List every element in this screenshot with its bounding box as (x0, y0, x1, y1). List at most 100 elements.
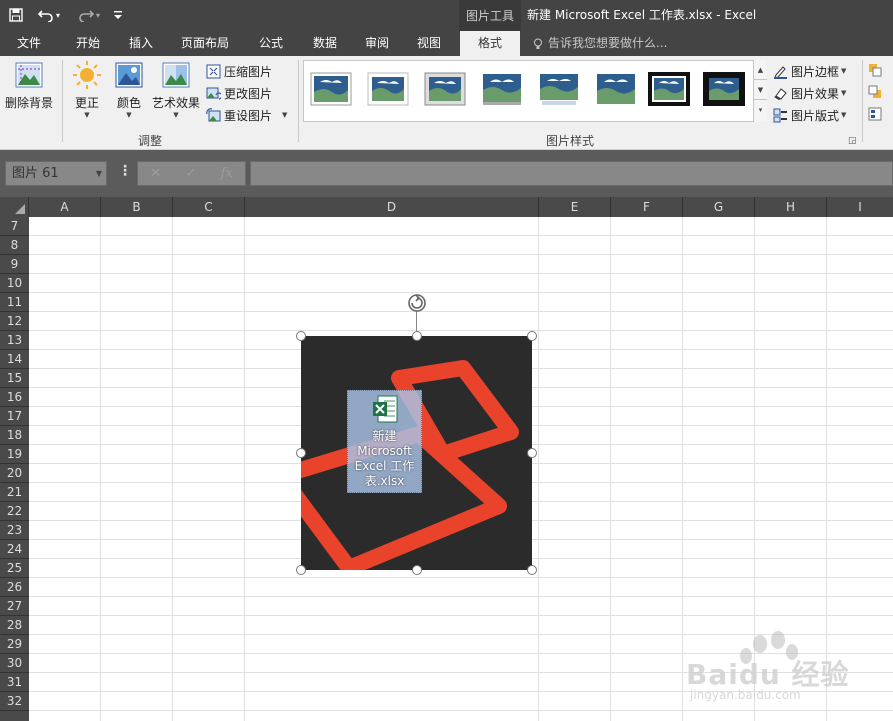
resize-handle-right[interactable] (527, 448, 537, 458)
resize-handle-bottom[interactable] (412, 565, 422, 575)
row-header-29[interactable]: 29 (0, 635, 29, 654)
tab-insert[interactable]: 插入 (118, 31, 164, 56)
row-header-23[interactable]: 23 (0, 521, 29, 540)
tab-view[interactable]: 视图 (406, 31, 452, 56)
undo-button[interactable]: ▾ (34, 4, 64, 26)
gallery-more-button[interactable]: ▾ (754, 100, 767, 120)
tab-review[interactable]: 审阅 (354, 31, 400, 56)
formula-input[interactable] (250, 161, 893, 186)
row-header-11[interactable]: 11 (0, 293, 29, 312)
picture-border-button[interactable]: 图片边框 ▼ (773, 61, 846, 81)
row-header-18[interactable]: 18 (0, 426, 29, 445)
row-header-17[interactable]: 17 (0, 407, 29, 426)
compress-pictures-label: 压缩图片 (224, 64, 273, 79)
picture-style-thumbnail[interactable] (481, 72, 523, 106)
column-header-e[interactable]: E (539, 197, 611, 217)
gallery-down-button[interactable]: ▼ (754, 80, 767, 100)
picture-style-thumbnail[interactable] (310, 72, 352, 106)
column-header-g[interactable]: G (683, 197, 755, 217)
picture-layout-button[interactable]: 图片版式 ▼ (773, 105, 846, 125)
insert-function-icon[interactable]: fx (221, 166, 233, 181)
rotate-handle-icon[interactable] (406, 292, 428, 314)
column-header-b[interactable]: B (101, 197, 173, 217)
excel-file-icon[interactable]: 新建 Microsoft Excel 工作表.xlsx (347, 390, 422, 493)
tell-me-text: 告诉我您想要做什么... (548, 36, 668, 50)
row-header-19[interactable]: 19 (0, 445, 29, 464)
column-header-i[interactable]: I (827, 197, 893, 217)
compress-pictures-button[interactable]: 压缩图片 (206, 61, 272, 81)
column-header-h[interactable]: H (755, 197, 827, 217)
row-header-14[interactable]: 14 (0, 350, 29, 369)
row-header-31[interactable]: 31 (0, 673, 29, 692)
picture-style-thumbnail[interactable] (424, 72, 466, 106)
chevron-down-icon[interactable]: ▼ (96, 162, 102, 185)
column-header-f[interactable]: F (611, 197, 683, 217)
remove-background-button[interactable]: 删除背景 (4, 60, 54, 111)
gallery-scroll[interactable]: ▲ ▼ ▾ (753, 60, 767, 122)
row-header-13[interactable]: 13 (0, 331, 29, 350)
picture-style-thumbnail[interactable] (367, 72, 409, 106)
resize-handle-top-left[interactable] (296, 331, 306, 341)
resize-handle-bottom-left[interactable] (296, 565, 306, 575)
row-header-28[interactable]: 28 (0, 616, 29, 635)
row-header-7[interactable]: 7 (0, 217, 29, 236)
tell-me-box[interactable]: 告诉我您想要做什么... (533, 31, 667, 56)
tab-file[interactable]: 文件 (6, 31, 52, 56)
artistic-effects-button[interactable]: 艺术效果 ▼ (150, 60, 202, 119)
row-header-15[interactable]: 15 (0, 369, 29, 388)
save-button[interactable] (6, 4, 26, 26)
change-picture-button[interactable]: 更改图片 (206, 83, 272, 103)
tab-page-layout[interactable]: 页面布局 (172, 31, 238, 56)
row-header-20[interactable]: 20 (0, 464, 29, 483)
color-button[interactable]: 颜色 ▼ (110, 60, 148, 119)
picture-effects-button[interactable]: 图片效果 ▼ (773, 83, 846, 103)
column-header-c[interactable]: C (173, 197, 245, 217)
redo-icon (79, 10, 94, 22)
cancel-icon[interactable]: ✕ (150, 166, 161, 181)
select-all-button[interactable] (0, 197, 29, 217)
chevron-down-icon: ▼ (126, 111, 132, 119)
row-header-16[interactable]: 16 (0, 388, 29, 407)
gallery-up-button[interactable]: ▲ (754, 60, 767, 80)
row-header-9[interactable]: 9 (0, 255, 29, 274)
send-backward-icon[interactable] (868, 85, 882, 99)
chevron-down-icon: ▼ (282, 111, 288, 119)
customize-qat-button[interactable] (110, 4, 126, 26)
corrections-button[interactable]: 更正 ▼ (68, 60, 106, 119)
row-header-22[interactable]: 22 (0, 502, 29, 521)
resize-handle-top-right[interactable] (527, 331, 537, 341)
column-header-a[interactable]: A (29, 197, 101, 217)
bring-forward-icon[interactable] (868, 63, 882, 77)
picture-style-thumbnail[interactable] (648, 72, 690, 106)
resize-handle-bottom-right[interactable] (527, 565, 537, 575)
picture-style-thumbnail[interactable] (538, 72, 580, 106)
enter-icon[interactable]: ✓ (185, 166, 196, 181)
picture-styles-gallery[interactable] (303, 60, 767, 122)
redo-button[interactable]: ▾ (74, 4, 104, 26)
row-header-24[interactable]: 24 (0, 540, 29, 559)
row-header-10[interactable]: 10 (0, 274, 29, 293)
selection-pane-icon[interactable] (868, 107, 882, 121)
name-box[interactable]: 图片 61 ▼ (5, 161, 107, 186)
resize-handle-left[interactable] (296, 448, 306, 458)
tab-home[interactable]: 开始 (64, 31, 112, 56)
row-header-21[interactable]: 21 (0, 483, 29, 502)
tab-format[interactable]: 格式 (460, 31, 520, 56)
tab-data[interactable]: 数据 (302, 31, 348, 56)
more-options-icon[interactable]: ⋮ (118, 163, 132, 179)
row-header-8[interactable]: 8 (0, 236, 29, 255)
reset-picture-button[interactable]: 重设图片 ▼ (206, 105, 287, 125)
row-header-32[interactable]: 32 (0, 692, 29, 711)
resize-handle-top[interactable] (412, 331, 422, 341)
dialog-launcher-icon[interactable]: ◲ (848, 136, 857, 146)
column-header-d[interactable]: D (245, 197, 539, 217)
row-header-27[interactable]: 27 (0, 597, 29, 616)
row-header-26[interactable]: 26 (0, 578, 29, 597)
reset-picture-label: 重设图片 (224, 108, 273, 123)
row-header-12[interactable]: 12 (0, 312, 29, 331)
row-header-30[interactable]: 30 (0, 654, 29, 673)
picture-style-thumbnail[interactable] (595, 72, 637, 106)
picture-style-thumbnail[interactable] (703, 72, 745, 106)
row-header-25[interactable]: 25 (0, 559, 29, 578)
tab-formulas[interactable]: 公式 (248, 31, 294, 56)
